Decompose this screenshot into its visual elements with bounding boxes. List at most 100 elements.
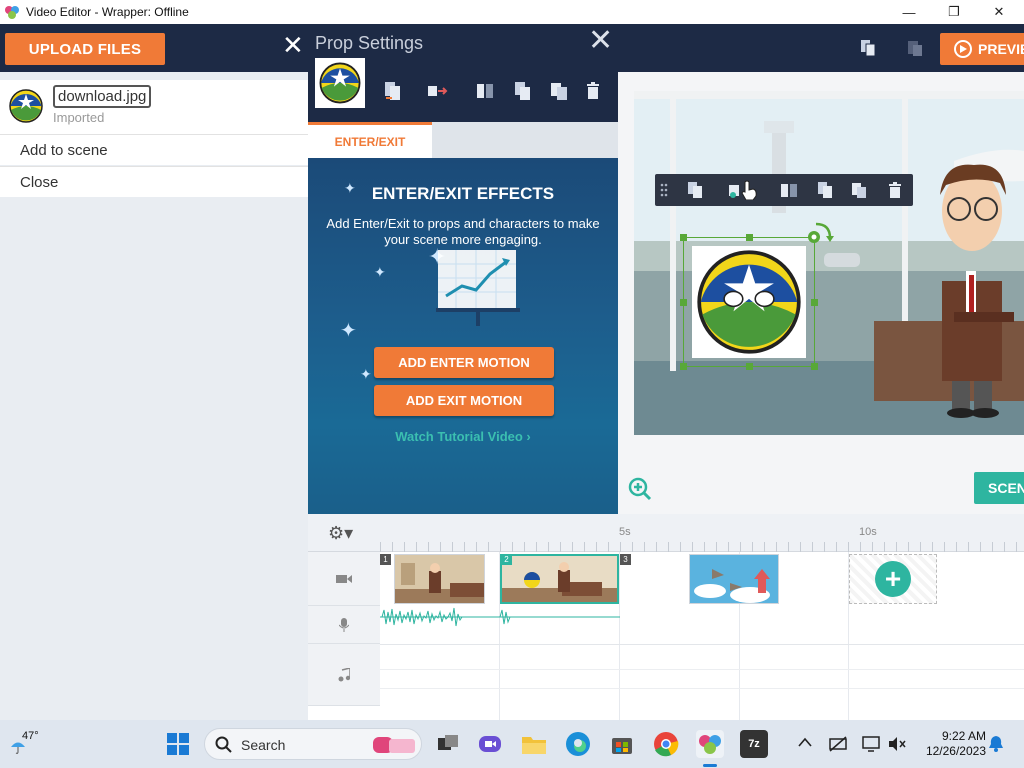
swap-prop-icon[interactable] xyxy=(382,80,404,102)
task-view-icon[interactable] xyxy=(434,730,462,758)
preview-button[interactable]: PREVIE xyxy=(940,33,1024,65)
scene-clip-3[interactable] xyxy=(689,554,779,604)
voice-track-header xyxy=(308,606,380,644)
chevron-up-icon[interactable] xyxy=(798,737,812,747)
copy-icon[interactable] xyxy=(858,38,878,58)
notification-bell-icon[interactable] xyxy=(988,735,1004,753)
swap-prop-icon[interactable] xyxy=(685,180,705,200)
asset-item[interactable]: download.jpg Imported xyxy=(0,80,308,136)
upload-files-button[interactable]: UPLOAD FILES xyxy=(5,33,165,65)
asset-filename[interactable]: download.jpg xyxy=(53,85,152,108)
close-window-button[interactable]: ✕ xyxy=(976,0,1022,24)
sparkle-decoration: ✦ xyxy=(374,264,386,280)
search-label: Search xyxy=(241,737,286,753)
tick-label: 5s xyxy=(619,526,631,538)
asset-status: Imported xyxy=(53,110,105,125)
add-enter-motion-button[interactable]: ADD ENTER MOTION xyxy=(374,347,554,378)
resize-handle[interactable] xyxy=(746,363,753,370)
add-to-scene-menu-item[interactable]: Add to scene xyxy=(0,134,308,165)
prop-thumbnail xyxy=(315,58,365,108)
wrapper-app-icon[interactable] xyxy=(696,730,724,758)
zoom-in-icon[interactable] xyxy=(628,477,652,501)
scene-button[interactable]: SCEN xyxy=(974,472,1024,504)
resize-handle[interactable] xyxy=(680,299,687,306)
delete-icon[interactable] xyxy=(582,80,604,102)
asset-panel: download.jpg Imported Add to scene Close xyxy=(0,72,308,720)
resize-handle[interactable] xyxy=(811,363,818,370)
taskbar: 47° Search 7z 9:22 AM 12/26/2023 xyxy=(0,720,1024,768)
close-menu-item[interactable]: Close xyxy=(0,166,308,197)
chrome-icon[interactable] xyxy=(652,730,680,758)
display-icon[interactable] xyxy=(862,736,882,752)
scene-clip-2[interactable] xyxy=(500,554,619,604)
taskbar-search[interactable]: Search xyxy=(204,728,422,760)
edge-browser-icon[interactable] xyxy=(564,730,592,758)
rotate-handle-icon[interactable] xyxy=(806,218,836,246)
clock[interactable]: 9:22 AM 12/26/2023 xyxy=(914,729,986,759)
paste-prop-icon[interactable] xyxy=(548,80,570,102)
start-button[interactable] xyxy=(164,730,192,758)
music-note-icon xyxy=(338,667,350,681)
prop-image xyxy=(692,246,806,358)
minimize-button[interactable]: — xyxy=(886,0,932,24)
watch-tutorial-link[interactable]: Watch Tutorial Video › xyxy=(308,429,618,444)
timeline-settings-icon[interactable]: ⚙▾ xyxy=(328,523,353,544)
clock-time: 9:22 AM xyxy=(941,729,986,743)
ruler-ticks xyxy=(380,542,1024,552)
resize-handle[interactable] xyxy=(680,234,687,241)
add-scene-button[interactable]: + xyxy=(875,561,911,597)
prop-settings-header: Prop Settings ✕ xyxy=(308,24,618,122)
paste-prop-icon[interactable] xyxy=(849,180,869,200)
store-icon[interactable] xyxy=(608,730,636,758)
prop-settings-close-icon[interactable]: ✕ xyxy=(588,26,613,56)
tab-enter-exit[interactable]: ENTER/EXIT xyxy=(308,122,432,158)
motion-cursor-icon[interactable] xyxy=(727,180,761,200)
preview-label: PREVIE xyxy=(978,41,1024,57)
temperature: 47° xyxy=(22,730,39,742)
effects-description: Add Enter/Exit to props and characters t… xyxy=(326,216,600,247)
network-offline-icon[interactable] xyxy=(828,736,848,752)
video-track-header xyxy=(308,552,380,606)
umbrella-icon xyxy=(11,742,25,754)
flip-icon[interactable] xyxy=(474,80,496,102)
effects-title: ENTER/EXIT EFFECTS xyxy=(371,184,555,203)
sparkle-decoration: ✦ xyxy=(360,366,372,382)
growth-chart-illustration xyxy=(436,250,520,326)
copy-prop-icon[interactable] xyxy=(815,180,835,200)
file-explorer-icon[interactable] xyxy=(520,730,548,758)
timeline: ⚙▾ 5s 10s xyxy=(308,514,1024,720)
selected-prop[interactable] xyxy=(680,222,834,370)
enter-exit-effects-panel: ✦ ✦ ✦ ✦ ✦ ENTER/EXIT EFFECTS Add Enter/E… xyxy=(308,158,618,514)
add-scene-slot[interactable]: + xyxy=(849,554,937,604)
maximize-button[interactable]: ❐ xyxy=(931,0,977,24)
resize-handle[interactable] xyxy=(746,234,753,241)
resize-handle[interactable] xyxy=(811,299,818,306)
title-bar: Video Editor - Wrapper: Offline — ❐ ✕ xyxy=(0,0,1024,24)
paste-icon[interactable] xyxy=(905,38,925,58)
volume-muted-icon[interactable] xyxy=(888,736,906,752)
meet-icon[interactable] xyxy=(476,730,504,758)
prop-settings-tabs: ENTER/EXIT xyxy=(308,122,618,158)
7zip-icon[interactable]: 7z xyxy=(740,730,768,758)
window-title: Video Editor - Wrapper: Offline xyxy=(26,5,189,19)
play-icon xyxy=(954,40,972,58)
add-exit-motion-button[interactable]: ADD EXIT MOTION xyxy=(374,385,554,416)
search-highlight-icon xyxy=(373,737,415,753)
copy-prop-icon[interactable] xyxy=(512,80,534,102)
drag-handle-icon[interactable] xyxy=(659,180,669,200)
flip-icon[interactable] xyxy=(779,180,799,200)
app-logo-icon xyxy=(5,6,19,19)
enter-exit-motion-icon[interactable] xyxy=(426,80,448,102)
delete-icon[interactable] xyxy=(885,180,905,200)
microphone-icon xyxy=(339,617,349,632)
close-library-icon[interactable]: ✕ xyxy=(282,32,304,58)
clip-number: 2 xyxy=(501,554,512,565)
sparkle-decoration: ✦ xyxy=(340,320,357,342)
tick-label: 10s xyxy=(859,526,877,538)
clock-date: 12/26/2023 xyxy=(925,744,986,758)
clip-number: 1 xyxy=(380,554,391,565)
audio-waveform[interactable] xyxy=(380,606,620,628)
scene-clip-1[interactable] xyxy=(394,554,485,604)
music-track-header xyxy=(308,644,380,706)
resize-handle[interactable] xyxy=(680,363,687,370)
